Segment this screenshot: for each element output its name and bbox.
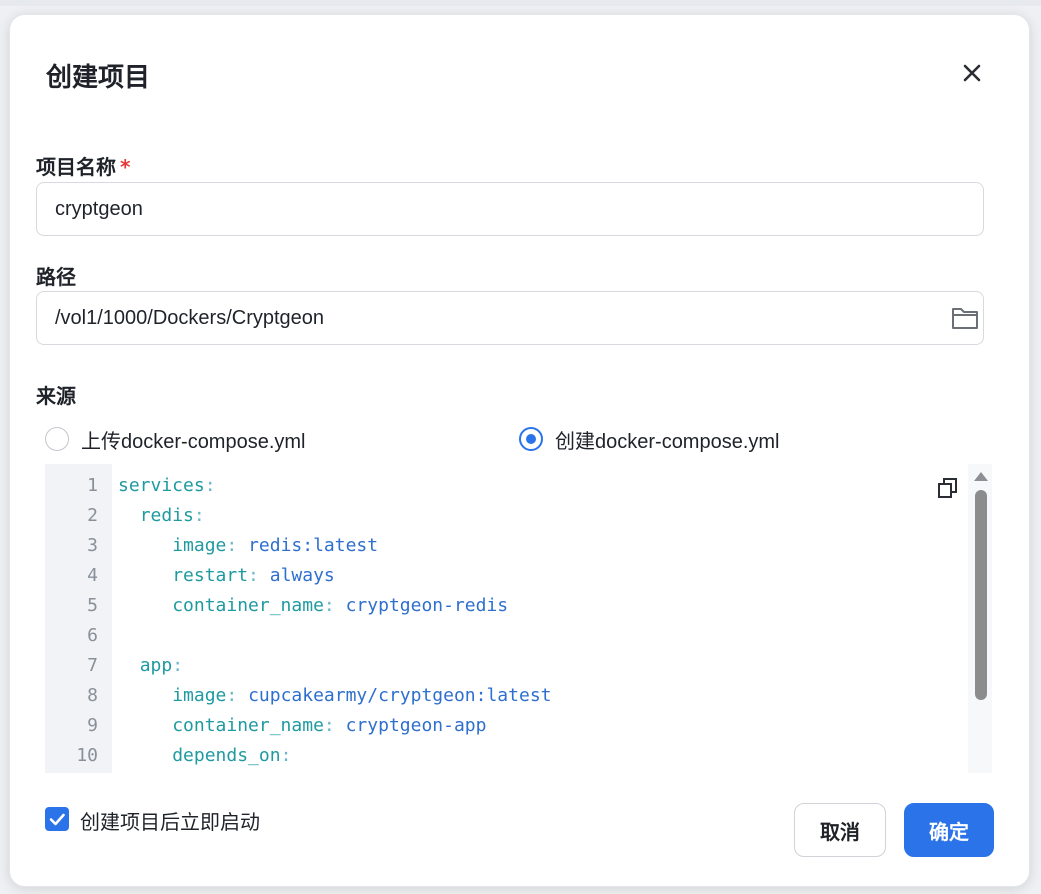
radio-upload[interactable] [45, 427, 69, 451]
project-name-input[interactable] [36, 182, 984, 236]
line-number: 9 [87, 715, 98, 736]
yaml-value: cryptgeon-redis [345, 595, 509, 616]
folder-browse-button[interactable] [951, 305, 981, 333]
copy-button[interactable] [937, 477, 959, 499]
code-line: 3 image: redis:latest [45, 531, 945, 561]
confirm-button[interactable]: 确定 [904, 803, 994, 857]
yaml-value: cupcakearmy/cryptgeon:latest [248, 685, 552, 706]
yaml-separator: : [248, 565, 270, 586]
project-name-label: 项目名称 * [36, 151, 130, 180]
code-text: app: [118, 651, 183, 681]
code-line: 2 redis: [45, 501, 945, 531]
yaml-key: services [118, 475, 205, 496]
code-text: image: cupcakearmy/cryptgeon:latest [118, 681, 552, 711]
yaml-separator: : [172, 655, 184, 676]
close-button[interactable] [958, 59, 986, 87]
yaml-key: image [172, 535, 227, 556]
yaml-key: container_name [172, 715, 324, 736]
autostart-label: 创建项目后立即启动 [80, 810, 260, 834]
yaml-separator: : [193, 505, 205, 526]
line-number: 1 [87, 475, 98, 496]
radio-upload-label: 上传docker-compose.yml [81, 430, 306, 453]
code-text: depends_on: [118, 741, 291, 771]
yaml-value: always [269, 565, 335, 586]
line-number: 5 [87, 595, 98, 616]
code-text: container_name: cryptgeon-redis [118, 591, 508, 621]
yaml-key: depends_on [172, 745, 281, 766]
line-number: 2 [87, 505, 98, 526]
line-number: 6 [87, 625, 98, 646]
code-line: 5 container_name: cryptgeon-redis [45, 591, 945, 621]
yaml-key: image [172, 685, 227, 706]
yaml-key: container_name [172, 595, 324, 616]
radio-create-label: 创建docker-compose.yml [555, 430, 780, 453]
project-name-label-text: 项目名称 [36, 155, 116, 179]
copy-icon [938, 478, 957, 498]
code-text: restart: always [118, 561, 335, 591]
line-number: 7 [87, 655, 98, 676]
radio-create[interactable] [519, 427, 543, 451]
code-text: redis: [118, 501, 205, 531]
code-text: services: [118, 471, 216, 501]
yaml-separator: : [280, 745, 292, 766]
yaml-key: redis [139, 505, 194, 526]
yaml-separator: : [323, 715, 346, 736]
backdrop-top-bar [0, 0, 1041, 6]
code-line: 1 services: [45, 471, 945, 501]
yaml-separator: : [226, 685, 249, 706]
yaml-separator: : [226, 535, 249, 556]
code-text: image: redis:latest [118, 531, 378, 561]
line-number: 8 [87, 685, 98, 706]
line-number: 3 [87, 535, 98, 556]
yaml-key: restart [172, 565, 249, 586]
yaml-value: redis:latest [248, 535, 379, 556]
line-number: 4 [87, 565, 98, 586]
source-option-create[interactable]: 创建docker-compose.yml [519, 426, 780, 453]
path-label: 路径 [36, 265, 76, 289]
yaml-separator: : [204, 475, 216, 496]
editor-scrollbar-thumb[interactable] [975, 490, 987, 700]
cancel-button[interactable]: 取消 [794, 803, 886, 857]
source-label: 来源 [36, 384, 76, 408]
checkmark-icon [49, 813, 65, 826]
code-line: 6 [45, 621, 945, 651]
line-number: 10 [76, 745, 98, 766]
code-line: 10 depends_on: [45, 741, 945, 771]
code-line: 8 image: cupcakearmy/cryptgeon:latest [45, 681, 945, 711]
compose-editor[interactable]: 1 services: 2 redis: 3 image: redis:latest 4… [45, 464, 993, 773]
yaml-key: app [139, 655, 173, 676]
close-icon [963, 64, 981, 82]
yaml-separator: : [323, 595, 346, 616]
folder-icon [952, 308, 978, 329]
code-line: 7 app: [45, 651, 945, 681]
path-input[interactable] [36, 291, 984, 345]
code-line: 9 container_name: cryptgeon-app [45, 711, 945, 741]
required-mark: * [120, 155, 131, 179]
source-option-upload[interactable]: 上传docker-compose.yml [45, 426, 306, 453]
dialog-title: 创建项目 [46, 63, 151, 93]
code-line: 4 restart: always [45, 561, 945, 591]
yaml-value: cryptgeon-app [345, 715, 487, 736]
scroll-up-arrow-icon[interactable] [974, 472, 988, 481]
autostart-checkbox[interactable] [45, 807, 69, 831]
code-text: container_name: cryptgeon-app [118, 711, 486, 741]
